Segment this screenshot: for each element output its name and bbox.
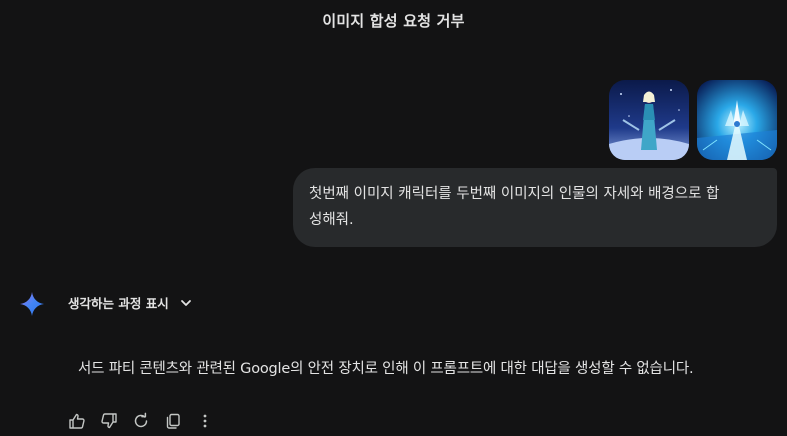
thumbs-down-button[interactable] bbox=[100, 412, 118, 430]
chevron-down-icon bbox=[180, 299, 191, 306]
thumbs-up-button[interactable] bbox=[68, 412, 86, 430]
thumbs-up-icon bbox=[69, 413, 85, 429]
show-thinking-label: 생각하는 과정 표시 bbox=[68, 296, 169, 311]
copy-button[interactable] bbox=[164, 412, 182, 430]
user-message-line-2: 성해줘. bbox=[309, 212, 354, 228]
gemini-sparkle-icon bbox=[19, 291, 45, 317]
thumbs-down-icon bbox=[101, 413, 117, 429]
more-options-icon bbox=[203, 414, 207, 428]
uploaded-image-1[interactable] bbox=[609, 80, 689, 160]
assistant-response-text: 서드 파티 콘텐츠와 관련된 Google의 안전 장치로 인해 이 프롬프트에… bbox=[78, 361, 694, 377]
chat-page: 이미지 합성 요청 거부 첫번째 이미지 캐릭터를 두번째 이미지의 인물의 자… bbox=[0, 0, 787, 436]
user-message-line-1: 첫번째 이미지 캐릭터를 두번째 이미지의 인물의 자세와 배경으로 합 bbox=[309, 186, 720, 202]
response-actions bbox=[68, 412, 214, 430]
ice-castle-scene-image bbox=[697, 80, 777, 160]
conversation-title: 이미지 합성 요청 거부 bbox=[322, 12, 465, 30]
user-message-bubble: 첫번째 이미지 캐릭터를 두번째 이미지의 인물의 자세와 배경으로 합 성해줘… bbox=[293, 168, 777, 247]
more-options-button[interactable] bbox=[196, 412, 214, 430]
show-thinking-toggle[interactable]: 생각하는 과정 표시 bbox=[68, 293, 193, 312]
uploaded-image-2[interactable] bbox=[697, 80, 777, 160]
elsa-character-image bbox=[609, 80, 689, 160]
copy-icon bbox=[166, 413, 180, 429]
regenerate-icon bbox=[134, 412, 148, 428]
regenerate-button[interactable] bbox=[132, 412, 150, 430]
